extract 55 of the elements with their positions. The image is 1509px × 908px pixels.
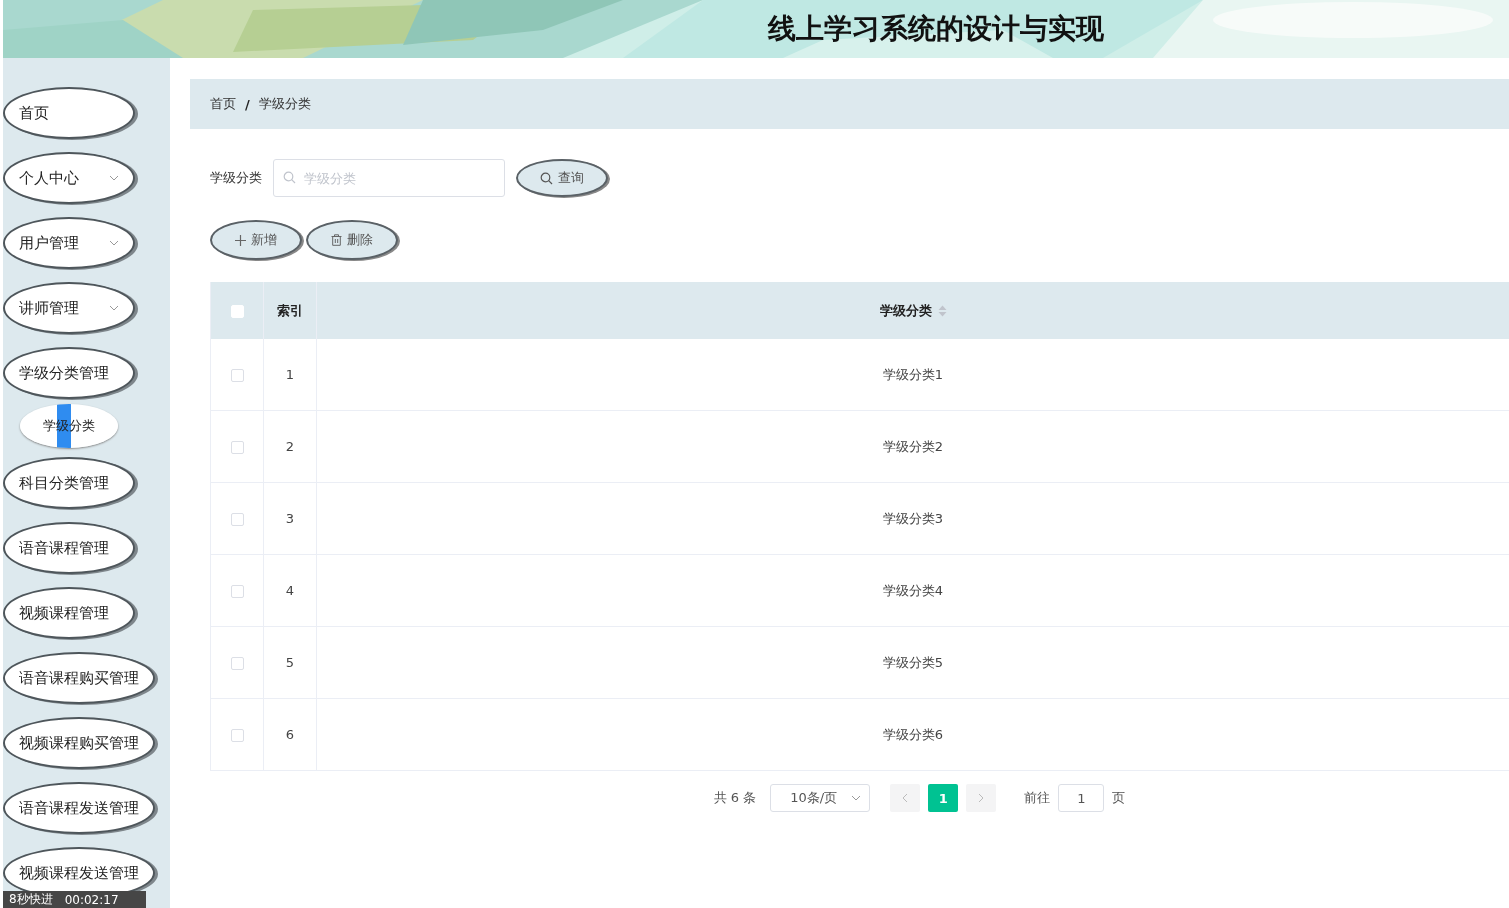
checkbox[interactable] (230, 369, 244, 382)
sidebar-item[interactable]: 用户管理 (3, 217, 135, 269)
search-icon (283, 171, 296, 184)
table-cell: 4 (285, 583, 295, 598)
page-suffix: 页 (1112, 789, 1126, 807)
table-cell: 6 (285, 727, 295, 742)
sidebar-item[interactable]: 语音课程发送管理 (3, 782, 155, 834)
breadcrumb-link[interactable]: 学级分类 (258, 95, 311, 113)
table-cell: 5 (285, 655, 295, 670)
sidebar-item[interactable]: 科目分类管理 (3, 457, 135, 509)
sidebar-item[interactable]: 学级分类管理 (3, 347, 135, 399)
sidebar-item[interactable]: 语音课程购买管理 (3, 652, 155, 704)
sidebar-item[interactable]: 讲师管理 (3, 282, 135, 334)
sort-icon[interactable] (937, 304, 947, 317)
table-cell: 3 (285, 511, 295, 526)
table-cell: 学级分类4 (882, 582, 944, 598)
column-header: 学级分类 (879, 301, 932, 320)
sidebar-item[interactable]: 视频课程购买管理 (3, 717, 155, 769)
sidebar-item[interactable]: 个人中心 (3, 152, 135, 204)
sidebar-item[interactable]: 首页 (3, 87, 135, 139)
plus-icon (235, 234, 246, 246)
chevron-left-icon (901, 793, 910, 803)
chevron-down-icon (851, 793, 862, 803)
table-cell: 学级分类1 (882, 366, 944, 382)
total-count: 共 6 条 (713, 789, 757, 807)
breadcrumb-separator: / (245, 96, 250, 112)
checkbox[interactable] (230, 729, 244, 742)
field-label: 学级分类 (210, 169, 262, 187)
next-page-button[interactable] (966, 784, 997, 812)
table-cell: 1 (285, 367, 295, 382)
column-header: 索引 (277, 301, 303, 320)
search-icon (540, 171, 553, 185)
table-cell: 学级分类6 (882, 726, 944, 742)
checkbox[interactable] (230, 657, 244, 670)
page-input[interactable]: 1 (1058, 784, 1105, 812)
app-title: 线上学习系统的设计与实现 (768, 11, 1104, 47)
table-cell: 学级分类3 (882, 510, 944, 526)
checkbox[interactable] (230, 585, 244, 598)
prev-page-button[interactable] (890, 784, 921, 812)
page-size-select[interactable]: 10条/页 (770, 784, 871, 812)
trash-icon (331, 234, 342, 246)
table-cell: 学级分类5 (882, 654, 944, 670)
checkbox[interactable] (230, 513, 244, 526)
search-button[interactable]: 查询 (516, 159, 608, 197)
search-field[interactable]: 学级分类 (273, 159, 505, 197)
goto-label: 前往 (1024, 789, 1051, 807)
sidebar-item[interactable]: 视频课程管理 (3, 587, 135, 639)
sidebar-item[interactable]: 语音课程管理 (3, 522, 135, 574)
add-button[interactable]: 新增 (210, 220, 302, 260)
table-cell: 学级分类2 (882, 438, 944, 454)
delete-button[interactable]: 删除 (306, 220, 398, 260)
chevron-right-icon (977, 793, 986, 803)
table-cell: 2 (285, 439, 295, 454)
breadcrumb-link[interactable]: 首页 (210, 95, 236, 113)
checkbox[interactable] (230, 441, 244, 454)
